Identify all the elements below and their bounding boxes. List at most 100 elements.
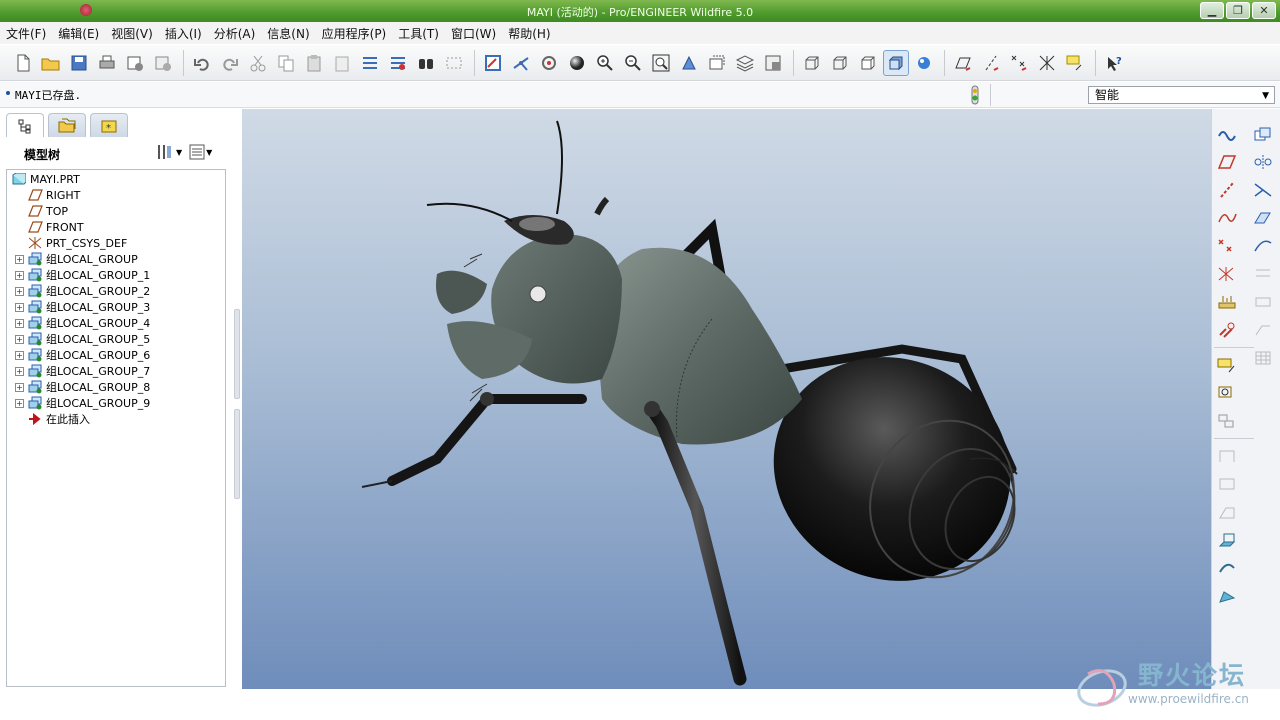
tab-folder-browser[interactable]: [48, 113, 86, 137]
tab-model-tree[interactable]: [6, 113, 44, 137]
copy-feature-icon[interactable]: [1250, 121, 1276, 147]
sketch-tool-icon[interactable]: [1214, 121, 1240, 147]
tree-item[interactable]: + 组LOCAL_GROUP_4: [15, 315, 150, 331]
datum-curve-tool-icon[interactable]: [1214, 205, 1240, 231]
tree-item[interactable]: 在此插入: [15, 411, 90, 427]
menu-applications[interactable]: 应用程序(P): [322, 25, 395, 42]
annotation-tool-icon[interactable]: [1214, 380, 1240, 406]
tree-item[interactable]: + 组LOCAL_GROUP_8: [15, 379, 150, 395]
shading-icon[interactable]: [883, 49, 909, 76]
merge-tool-icon[interactable]: [1250, 177, 1276, 203]
menu-file[interactable]: 文件(F): [6, 25, 54, 42]
tree-filter-icon[interactable]: ▼: [188, 143, 212, 161]
menu-tools[interactable]: 工具(T): [398, 25, 447, 42]
expand-icon[interactable]: +: [15, 382, 24, 392]
save-icon[interactable]: [66, 50, 92, 76]
orient-mode-icon[interactable]: [536, 50, 562, 76]
maximize-button[interactable]: ❐: [1226, 2, 1250, 19]
saved-views-icon[interactable]: [704, 50, 730, 76]
csys-toggle-icon[interactable]: [1034, 50, 1060, 76]
rib-tool-icon[interactable]: [1214, 499, 1240, 525]
pattern-tool-icon[interactable]: [1250, 345, 1276, 371]
find-icon[interactable]: [413, 50, 439, 76]
wireframe-icon[interactable]: [799, 50, 825, 76]
revolve-tool-icon[interactable]: [1214, 555, 1240, 581]
extend-tool-icon[interactable]: [1250, 233, 1276, 259]
expand-icon[interactable]: +: [15, 318, 24, 328]
graphics-window[interactable]: [242, 109, 1211, 689]
undo-icon[interactable]: [189, 50, 215, 76]
splitter-handle-lower[interactable]: [234, 409, 240, 499]
expand-icon[interactable]: +: [15, 286, 24, 296]
new-file-icon[interactable]: [10, 50, 36, 76]
tree-item[interactable]: + 组LOCAL_GROUP_1: [15, 267, 150, 283]
expand-icon[interactable]: +: [15, 350, 24, 360]
selection-filter-dropdown[interactable]: 智能 ▼: [1088, 86, 1275, 104]
tree-item[interactable]: FRONT: [15, 219, 84, 235]
splitter-handle[interactable]: [234, 309, 240, 399]
paste-icon[interactable]: [301, 50, 327, 76]
settings-tools-icon[interactable]: ▼: [156, 143, 182, 161]
shell-tool-icon[interactable]: [1214, 471, 1240, 497]
tab-favorites[interactable]: *: [90, 113, 128, 137]
enhanced-realism-icon[interactable]: [911, 50, 937, 76]
datum-planes-toggle-icon[interactable]: [950, 50, 976, 76]
layer-tool-icon[interactable]: [1214, 408, 1240, 434]
tree-item[interactable]: TOP: [15, 203, 68, 219]
close-button[interactable]: ✕: [1252, 2, 1276, 19]
menu-info[interactable]: 信息(N): [267, 25, 317, 42]
datum-points-toggle-icon[interactable]: [1006, 50, 1032, 76]
chain-icon[interactable]: [1214, 317, 1240, 343]
open-folder-icon[interactable]: [38, 50, 64, 76]
selection-box-icon[interactable]: [441, 50, 467, 76]
expand-icon[interactable]: +: [15, 270, 24, 280]
tree-item[interactable]: + 组LOCAL_GROUP_2: [15, 283, 150, 299]
minimize-button[interactable]: ▁: [1200, 2, 1224, 19]
no-hidden-icon[interactable]: [855, 50, 881, 76]
send-mail-icon[interactable]: [122, 50, 148, 76]
datum-csys-tool-icon[interactable]: [1214, 261, 1240, 287]
expand-icon[interactable]: +: [15, 302, 24, 312]
solidify-tool-icon[interactable]: [1250, 317, 1276, 343]
trim-tool-icon[interactable]: [1250, 205, 1276, 231]
tree-item[interactable]: + 组LOCAL_GROUP_9: [15, 395, 150, 411]
expand-icon[interactable]: +: [15, 366, 24, 376]
tree-item[interactable]: + 组LOCAL_GROUP_5: [15, 331, 150, 347]
paste-special-icon[interactable]: [329, 50, 355, 76]
menu-help[interactable]: 帮助(H): [508, 25, 558, 42]
appearance-icon[interactable]: [564, 50, 590, 76]
regenerate-icon[interactable]: [357, 50, 383, 76]
tree-item[interactable]: PRT_CSYS_DEF: [15, 235, 127, 251]
menu-view[interactable]: 视图(V): [111, 25, 161, 42]
datum-axes-toggle-icon[interactable]: [978, 50, 1004, 76]
extrude-tool-icon[interactable]: [1214, 527, 1240, 553]
sweep-tool-icon[interactable]: [1214, 583, 1240, 609]
expand-icon[interactable]: +: [15, 254, 24, 264]
zoom-out-icon[interactable]: [620, 50, 646, 76]
expand-icon[interactable]: +: [15, 398, 24, 408]
annotation-toggle-icon[interactable]: [1062, 50, 1088, 76]
datum-point-tool-icon[interactable]: [1214, 233, 1240, 259]
refit-icon[interactable]: [648, 50, 674, 76]
tree-item[interactable]: + 组LOCAL_GROUP_3: [15, 299, 150, 315]
layers-icon[interactable]: [732, 50, 758, 76]
offset-tool-icon[interactable]: [1250, 261, 1276, 287]
regen-manager-icon[interactable]: [385, 50, 411, 76]
datum-plane-tool-icon[interactable]: [1214, 149, 1240, 175]
view-manager-icon[interactable]: [760, 50, 786, 76]
tree-item[interactable]: RIGHT: [15, 187, 80, 203]
tree-item[interactable]: + 组LOCAL_GROUP_6: [15, 347, 150, 363]
tree-item[interactable]: + 组LOCAL_GROUP: [15, 251, 138, 267]
send-attachment-icon[interactable]: [150, 50, 176, 76]
menu-window[interactable]: 窗口(W): [451, 25, 504, 42]
cut-icon[interactable]: [245, 50, 271, 76]
menu-insert[interactable]: 插入(I): [165, 25, 210, 42]
expand-icon[interactable]: +: [15, 334, 24, 344]
datum-axis-tool-icon[interactable]: [1214, 177, 1240, 203]
redo-icon[interactable]: [217, 50, 243, 76]
analysis-feature-icon[interactable]: [1214, 289, 1240, 315]
mirror-tool-icon[interactable]: [1250, 149, 1276, 175]
tree-item[interactable]: + 组LOCAL_GROUP_7: [15, 363, 150, 379]
copy-icon[interactable]: [273, 50, 299, 76]
menu-analysis[interactable]: 分析(A): [214, 25, 264, 42]
